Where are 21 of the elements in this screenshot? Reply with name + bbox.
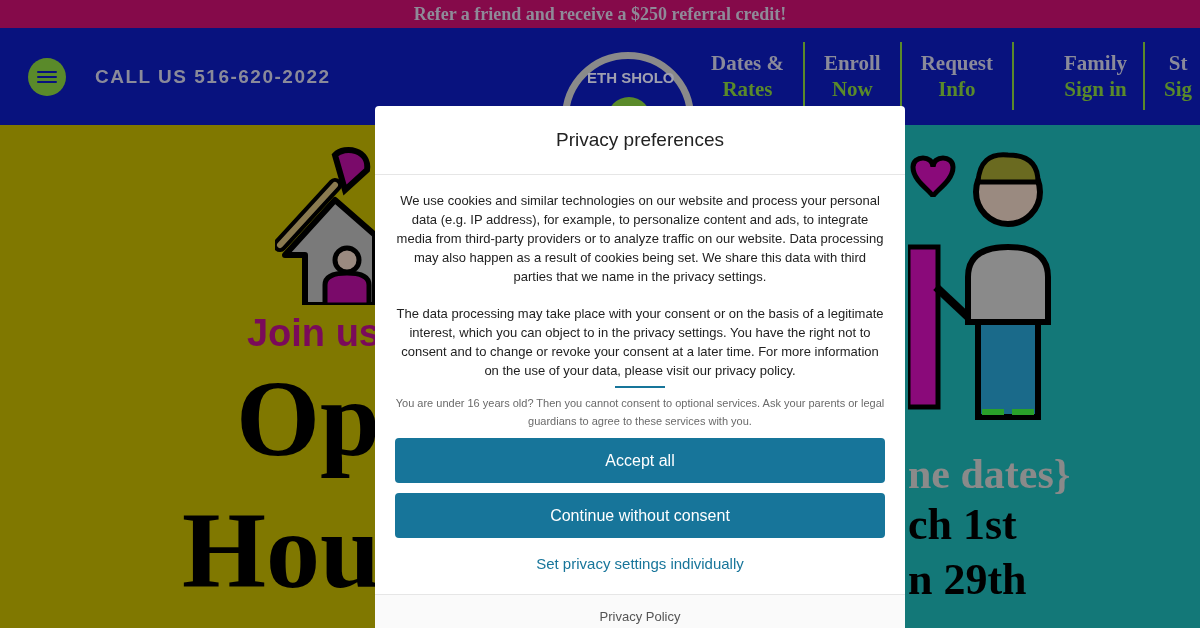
nav-link[interactable]: Dates & Rates <box>692 42 803 110</box>
banner-subtitle: ne dates} <box>908 451 1071 497</box>
settings-link[interactable]: Set privacy settings individually <box>536 555 744 572</box>
banner-title: Hou <box>181 490 380 612</box>
nav-link[interactable]: Family Sign in <box>1012 42 1144 110</box>
age-notice: You are under 16 years old? Then you cannot consent to optional services. Ask your parents or legal guardians to agree to these services with you. <box>395 396 885 429</box>
banner-title: Op <box>235 358 380 480</box>
nav-link[interactable]: St Sig <box>1143 42 1200 110</box>
phone-link[interactable]: CALL US 516-620-2022 <box>95 65 331 88</box>
menu-button[interactable] <box>28 57 66 96</box>
logo-text: ETH SHOLO <box>587 69 675 86</box>
consent-button[interactable]: Continue without consent <box>395 493 885 538</box>
menu-icon <box>37 69 57 84</box>
dialog-paragraph: The data processing may take place with your consent or on the basis of a legitimate interest, which you can object to in the privacy settings. You have the right not to consent and to change or revoke your consent at a later time. For more information on the use of your data, please visit our privacy policy. <box>395 305 885 380</box>
dialog-title: Privacy preferences <box>556 129 724 151</box>
dialog-paragraph: We use cookies and similar technologies on our website and process your personal data (e.g. IP address), for example, to personalize content and ads, to integrate media from third-party providers or to analyze traffic on our website. Data processing may also happen as a result of cookies being set. We share this data with third parties that we name in the privacy settings. <box>395 192 885 286</box>
promo-text: Refer a friend and receive a $250 referral credit! <box>413 3 787 25</box>
consent-button[interactable]: Accept all <box>395 438 885 483</box>
banner-date: n 29th <box>908 554 1027 606</box>
banner-date: ch 1st <box>908 499 1017 551</box>
privacy-policy-link[interactable]: Privacy Policy <box>599 609 681 625</box>
